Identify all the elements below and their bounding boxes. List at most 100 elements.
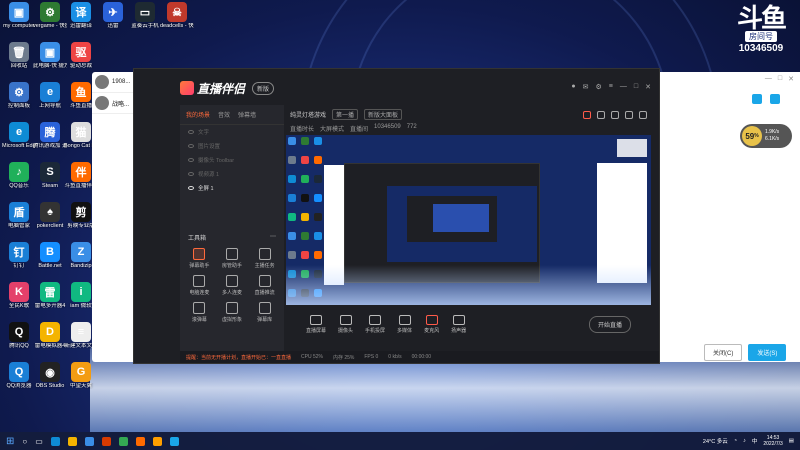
close-button[interactable]: 关闭(C) — [704, 344, 743, 361]
share-icon[interactable] — [639, 111, 647, 119]
send-button[interactable]: 发送(S) — [748, 344, 787, 361]
tool-button[interactable]: 电脑连麦 — [184, 275, 215, 296]
tab-danmu-wall[interactable]: 弹幕墙 — [238, 110, 256, 119]
record-icon[interactable] — [583, 111, 591, 119]
maximize-icon[interactable]: □ — [634, 83, 638, 91]
desktop-icon[interactable]: ♪ QQ音乐 — [2, 162, 36, 189]
notification-icon[interactable]: ▤ — [789, 438, 794, 444]
desktop-icon[interactable]: ◉ OBS Studio — [33, 362, 67, 389]
settings-icon[interactable]: ⚙ — [596, 83, 602, 91]
desktop-icon[interactable]: 译迅雷翻译 — [64, 2, 98, 29]
office-taskbar-icon[interactable] — [101, 436, 111, 446]
store-taskbar-icon[interactable] — [84, 436, 94, 446]
preview-icon — [314, 251, 322, 259]
desktop-icon[interactable]: ⚙vergame - 快捷方式 — [33, 2, 67, 29]
bell-icon[interactable] — [625, 111, 633, 119]
gift-icon[interactable] — [611, 111, 619, 119]
stream-title[interactable]: 纯灵灯塔游戏 — [290, 110, 326, 119]
tool-button[interactable]: 主播任务 — [249, 248, 280, 269]
desktop-icon[interactable]: ✈ 迅雷 — [96, 2, 130, 29]
tab-scenes[interactable]: 我的场景 — [186, 110, 210, 119]
desktop-icon[interactable]: 🗑 回收站 — [2, 42, 36, 69]
desktop-icon[interactable]: D 雷电模拟器4 — [33, 322, 67, 349]
volume-icon[interactable]: ♪ — [743, 438, 746, 444]
minimize-icon[interactable]: — — [765, 75, 772, 83]
menu-icon[interactable]: ≡ — [609, 83, 613, 91]
search-icon[interactable]: ○ — [22, 437, 27, 446]
desktop-icon[interactable]: ▣ my computer — [2, 2, 36, 29]
desktop-icon[interactable]: e Microsoft Edge — [2, 122, 36, 149]
tool-button[interactable]: 直播推流 — [249, 275, 280, 296]
explorer-taskbar-icon[interactable] — [67, 436, 77, 446]
desktop-icon[interactable]: 钉钉钉 — [2, 242, 36, 269]
desktop-icon[interactable]: ▣此电脑-快 捷方式 — [33, 42, 67, 69]
category-pill[interactable]: 第一播 — [332, 109, 359, 120]
desktop-icon[interactable]: 雷雷电多开器4 — [33, 282, 67, 309]
eye-icon[interactable] — [188, 130, 194, 134]
tool-button[interactable]: 多人连麦 — [217, 275, 248, 296]
desktop-icon[interactable]: S Steam — [33, 162, 67, 189]
speaker-button[interactable]: 扬声器 — [451, 315, 466, 334]
maximize-icon[interactable]: □ — [778, 75, 782, 83]
lock-icon[interactable] — [597, 111, 605, 119]
avatar-icon[interactable]: ● — [571, 83, 575, 91]
minimize-icon[interactable]: — — [620, 83, 627, 91]
eye-icon[interactable] — [188, 144, 194, 148]
desktop-icon[interactable]: ⚙ 控制面板 — [2, 82, 36, 109]
phone-icon[interactable] — [752, 94, 762, 104]
desktop-icon[interactable]: Q QQ浏览器 — [2, 362, 36, 389]
scene-item[interactable]: 摄像头 Toolbar — [180, 153, 284, 167]
tool-button[interactable]: 滚弹幕 — [184, 302, 215, 323]
start-stream-button[interactable]: 开始直播 — [588, 316, 631, 333]
app-taskbar-icon[interactable] — [169, 436, 179, 446]
start-icon[interactable]: ⊞ — [6, 436, 14, 447]
eye-icon[interactable] — [188, 172, 194, 176]
tool-button[interactable]: 弹幕库 — [249, 302, 280, 323]
desktop-icon[interactable]: ▭ 蓝奏云手机 — [128, 2, 162, 29]
media-button[interactable]: 多媒体 — [397, 315, 412, 334]
close-icon[interactable]: ✕ — [645, 83, 651, 91]
wifi-icon[interactable]: ◔ — [734, 438, 737, 444]
eye-icon[interactable] — [188, 186, 194, 190]
desktop-icon[interactable]: ♠ pokerclient — [33, 202, 67, 229]
desktop-icon[interactable]: 驱驱动总裁 — [64, 42, 98, 69]
scene-item[interactable]: 视频源 1 — [180, 167, 284, 181]
desktop-icon[interactable]: B Battle.net — [33, 242, 67, 269]
app-taskbar-icon[interactable] — [152, 436, 162, 446]
more-icon[interactable]: ⋯ — [270, 233, 276, 242]
phone-cast-button[interactable]: 手机投屏 — [365, 315, 385, 334]
video-icon[interactable] — [770, 94, 780, 104]
tool-button[interactable]: 房管助手 — [217, 248, 248, 269]
network-gauge[interactable]: 59% 1.9K/s 6.1K/s — [740, 124, 792, 148]
app-taskbar-icon[interactable] — [135, 436, 145, 446]
desktop-icon[interactable]: e 上网导航 — [33, 82, 67, 109]
eye-icon[interactable] — [188, 158, 194, 162]
mic-button[interactable]: 麦克风 — [424, 315, 439, 334]
close-icon[interactable]: ✕ — [788, 75, 794, 83]
desktop-icon[interactable]: 腾腾讯游戏加 速器 — [33, 122, 67, 149]
weather[interactable]: 24°C 多云 — [703, 437, 728, 445]
scene-item[interactable]: 图片设置 — [180, 139, 284, 153]
task-view-icon[interactable]: ▭ — [35, 437, 43, 446]
desktop-icon[interactable]: Q 腾讯QQ — [2, 322, 36, 349]
chrome-taskbar-icon[interactable] — [118, 436, 128, 446]
ime-indicator[interactable]: 中 — [752, 437, 758, 445]
message-icon[interactable]: ✉ — [583, 83, 589, 91]
tool-button[interactable]: 弹幕助手 — [184, 248, 215, 269]
live-preview[interactable] — [286, 135, 651, 305]
camera-source-button[interactable]: 摄像头 — [338, 315, 353, 334]
desktop-icon[interactable]: ☠deadcells - 快捷方式 — [160, 2, 194, 29]
screen-source-button[interactable]: 直播屏幕 — [306, 315, 326, 334]
version-badge[interactable]: 新版 — [252, 81, 275, 95]
desktop-icon[interactable]: 盾电脑管家 — [2, 202, 36, 229]
layout-pill[interactable]: 新版大面板 — [364, 109, 403, 120]
tool-button[interactable]: 虚拟形象 — [217, 302, 248, 323]
scene-item[interactable]: 全屏 1 — [180, 181, 284, 195]
screen-mode[interactable]: 大屏模式 — [320, 124, 344, 133]
desktop-icon[interactable]: G 中望天翼 — [64, 362, 98, 389]
edge-taskbar-icon[interactable] — [50, 436, 60, 446]
clock[interactable]: 14:53 2022/7/3 — [763, 435, 782, 447]
desktop-icon[interactable]: K 全民K歌 — [2, 282, 36, 309]
scene-item[interactable]: 文字 — [180, 125, 284, 139]
tab-audio[interactable]: 音效 — [218, 110, 230, 119]
